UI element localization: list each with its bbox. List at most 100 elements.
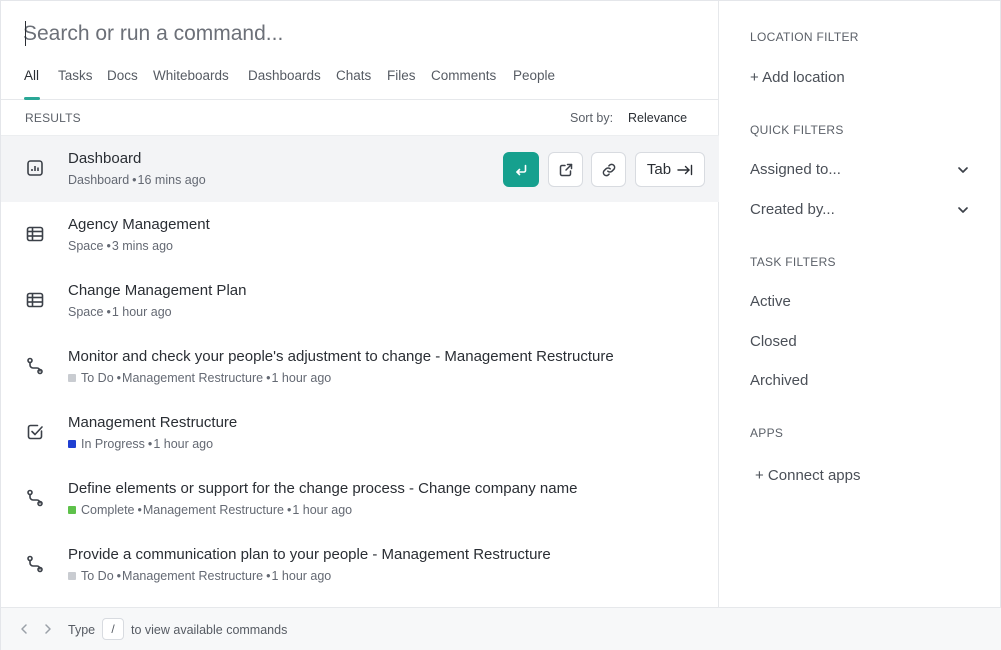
- text-caret: [25, 21, 26, 46]
- copy-link-button[interactable]: [591, 152, 626, 187]
- open-new-window-button[interactable]: [548, 152, 583, 187]
- result-meta: Space • 3 mins ago: [68, 239, 173, 253]
- status-color-square: [68, 440, 76, 448]
- results-header: RESULTS Sort by: Relevance: [1, 100, 719, 136]
- result-meta: Complete • Management Restructure • 1 ho…: [68, 503, 352, 517]
- add-location-button[interactable]: + Add location: [750, 69, 845, 86]
- tab-dashboards[interactable]: Dashboards: [248, 68, 321, 83]
- tab-docs[interactable]: Docs: [107, 68, 138, 83]
- result-row[interactable]: Management Restructure In Progress • 1 h…: [1, 400, 719, 466]
- result-title: Define elements or support for the chang…: [68, 480, 578, 497]
- results-label: RESULTS: [25, 111, 81, 125]
- tab-people[interactable]: People: [513, 68, 555, 83]
- enter-icon: [513, 162, 529, 178]
- status-color-square: [68, 572, 76, 580]
- search-bar: [1, 1, 719, 61]
- result-row[interactable]: Change Management Plan Space • 1 hour ag…: [1, 268, 719, 334]
- search-panel: All Tasks Docs Whiteboards Dashboards Ch…: [1, 1, 719, 607]
- result-meta: Space • 1 hour ago: [68, 305, 172, 319]
- meta-separator: •: [266, 569, 271, 583]
- status-badge: Complete: [68, 503, 135, 517]
- footer-hint: to view available commands: [131, 623, 288, 637]
- tab-tasks[interactable]: Tasks: [58, 68, 93, 83]
- link-icon: [601, 162, 617, 178]
- result-time: 1 hour ago: [111, 305, 172, 319]
- chevron-right-icon[interactable]: [41, 622, 55, 636]
- open-new-window-icon: [558, 162, 574, 178]
- result-meta: To Do • Management Restructure • 1 hour …: [68, 371, 331, 385]
- tab-whiteboards[interactable]: Whiteboards: [153, 68, 229, 83]
- status-label: To Do: [81, 569, 114, 583]
- search-input[interactable]: [23, 17, 683, 51]
- tab-arrow-icon: [677, 164, 693, 176]
- result-time: 16 mins ago: [137, 173, 206, 187]
- result-location: Management Restructure: [122, 371, 264, 385]
- filter-active[interactable]: Active: [750, 293, 791, 310]
- tab-chats[interactable]: Chats: [336, 68, 371, 83]
- connect-apps-button[interactable]: + Connect apps: [755, 467, 861, 484]
- result-meta: In Progress • 1 hour ago: [68, 437, 213, 451]
- result-type: Dashboard: [68, 173, 130, 187]
- result-row[interactable]: Provide a communication plan to your peo…: [1, 532, 719, 598]
- result-time: 3 mins ago: [111, 239, 173, 253]
- space-icon: [25, 290, 45, 310]
- filter-sidebar: LOCATION FILTER + Add location QUICK FIL…: [720, 1, 1001, 607]
- command-palette: All Tasks Docs Whiteboards Dashboards Ch…: [0, 0, 1001, 650]
- status-label: In Progress: [81, 437, 145, 451]
- result-title: Management Restructure: [68, 414, 238, 431]
- open-result-button[interactable]: [503, 152, 539, 187]
- filter-assigned-to[interactable]: Assigned to...: [750, 161, 841, 178]
- result-time: 1 hour ago: [292, 503, 353, 517]
- status-label: To Do: [81, 371, 114, 385]
- apps-heading: APPS: [750, 426, 784, 440]
- meta-separator: •: [116, 569, 122, 583]
- tab-comments[interactable]: Comments: [431, 68, 496, 83]
- tab-shortcut-label: Tab: [646, 161, 672, 178]
- status-label: Complete: [81, 503, 135, 517]
- tab-files[interactable]: Files: [387, 68, 416, 83]
- tab-shortcut-button[interactable]: Tab: [635, 152, 705, 187]
- chevron-left-icon[interactable]: [17, 622, 31, 636]
- status-badge: To Do: [68, 371, 114, 385]
- route-icon: [25, 554, 45, 574]
- chevron-down-icon[interactable]: [956, 203, 970, 217]
- filter-created-by[interactable]: Created by...: [750, 201, 835, 218]
- result-row[interactable]: Agency Management Space • 3 mins ago: [1, 202, 719, 268]
- result-title: Provide a communication plan to your peo…: [68, 546, 551, 563]
- result-time: 1 hour ago: [153, 437, 214, 451]
- quick-filters-heading: QUICK FILTERS: [750, 123, 844, 137]
- route-icon: [25, 356, 45, 376]
- dashboard-icon: [25, 158, 45, 178]
- category-tabs: All Tasks Docs Whiteboards Dashboards Ch…: [1, 63, 719, 100]
- result-title: Monitor and check your people's adjustme…: [68, 348, 614, 365]
- result-row[interactable]: Monitor and check your people's adjustme…: [1, 334, 719, 400]
- chevron-down-icon[interactable]: [956, 163, 970, 177]
- sort-dropdown[interactable]: Relevance: [628, 111, 687, 125]
- checkbox-icon: [25, 422, 45, 442]
- result-type: Space: [68, 239, 104, 253]
- footer-type-label: Type: [68, 623, 96, 637]
- result-meta: Dashboard • 16 mins ago: [68, 173, 206, 187]
- result-row[interactable]: Dashboard Dashboard • 16 mins ago Tab: [1, 136, 719, 202]
- result-time: 1 hour ago: [271, 569, 332, 583]
- command-hint-footer: Type / to view available commands: [1, 607, 1001, 650]
- status-color-square: [68, 374, 76, 382]
- meta-separator: •: [106, 305, 111, 319]
- meta-separator: •: [286, 503, 292, 517]
- location-filter-heading: LOCATION FILTER: [750, 30, 859, 44]
- status-color-square: [68, 506, 76, 514]
- status-badge: In Progress: [68, 437, 145, 451]
- route-icon: [25, 488, 45, 508]
- result-location: Management Restructure: [122, 569, 264, 583]
- result-row[interactable]: Define elements or support for the chang…: [1, 466, 719, 532]
- space-icon: [25, 224, 45, 244]
- status-badge: To Do: [68, 569, 114, 583]
- meta-separator: •: [116, 371, 122, 385]
- filter-archived[interactable]: Archived: [750, 372, 808, 389]
- meta-separator: •: [137, 503, 142, 517]
- sort-label: Sort by:: [570, 111, 614, 125]
- result-time: 1 hour ago: [271, 371, 332, 385]
- filter-closed[interactable]: Closed: [750, 333, 797, 350]
- tab-all[interactable]: All: [24, 68, 39, 83]
- result-title: Dashboard: [68, 150, 142, 167]
